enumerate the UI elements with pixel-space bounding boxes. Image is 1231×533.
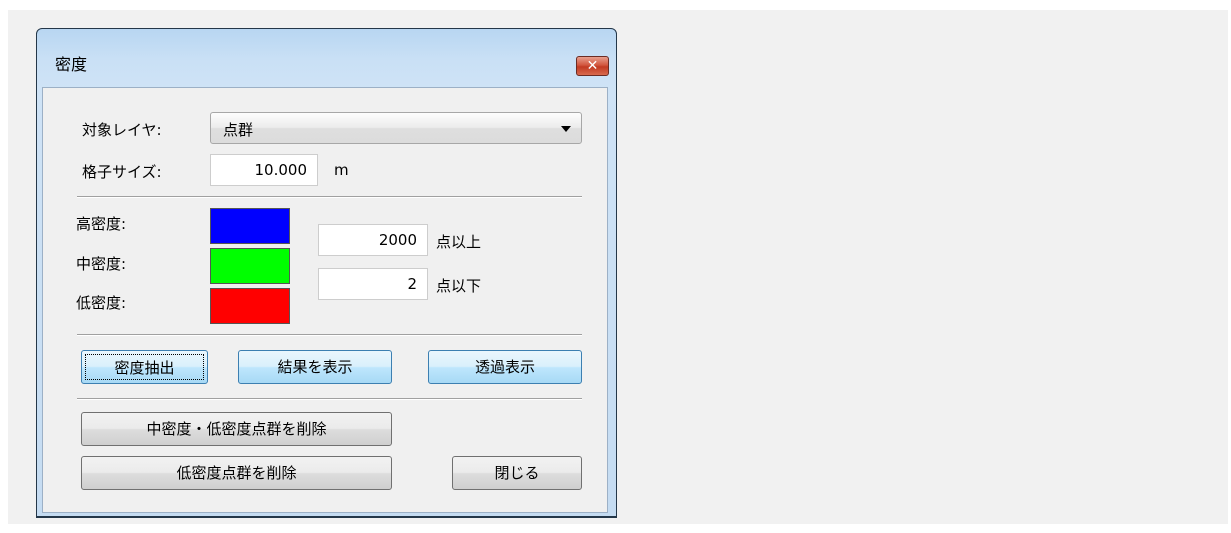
close-button[interactable]: 閉じる bbox=[452, 456, 582, 490]
lower-threshold-input[interactable]: 2 bbox=[318, 268, 428, 300]
lower-threshold-suffix: 点以下 bbox=[436, 277, 482, 295]
title-bar: 密度 ✕ bbox=[37, 29, 616, 87]
dialog-body: 対象レイヤ: 点群 格子サイズ: 10.000 m 高密度: 中密度: 低密度:… bbox=[42, 87, 608, 513]
grid-size-label: 格子サイズ: bbox=[82, 163, 162, 181]
density-dialog: 密度 ✕ 対象レイヤ: 点群 格子サイズ: 10.000 m 高密度: 中密度:… bbox=[36, 28, 617, 518]
show-result-button[interactable]: 結果を表示 bbox=[238, 350, 392, 384]
grid-size-unit: m bbox=[334, 161, 349, 179]
dialog-title: 密度 bbox=[55, 55, 88, 74]
extract-density-button-label: 密度抽出 bbox=[85, 354, 204, 380]
target-layer-select[interactable]: 点群 bbox=[210, 112, 582, 144]
low-density-label: 低密度: bbox=[76, 294, 127, 312]
upper-threshold-suffix: 点以上 bbox=[436, 233, 482, 251]
divider bbox=[77, 398, 582, 400]
upper-threshold-input[interactable]: 2000 bbox=[318, 224, 428, 256]
chevron-down-icon bbox=[561, 126, 571, 132]
transparent-display-button[interactable]: 透過表示 bbox=[428, 350, 582, 384]
grid-size-input[interactable]: 10.000 bbox=[210, 154, 318, 186]
close-icon[interactable]: ✕ bbox=[576, 56, 609, 76]
delete-low-density-button[interactable]: 低密度点群を削除 bbox=[81, 456, 392, 490]
high-density-label: 高密度: bbox=[76, 215, 127, 233]
divider bbox=[77, 196, 582, 198]
target-layer-value: 点群 bbox=[223, 121, 254, 139]
extract-density-button[interactable]: 密度抽出 bbox=[81, 350, 208, 384]
low-density-color-swatch[interactable] bbox=[210, 288, 290, 324]
target-layer-label: 対象レイヤ: bbox=[82, 121, 162, 139]
mid-density-label: 中密度: bbox=[76, 255, 127, 273]
divider bbox=[77, 334, 582, 336]
delete-mid-low-density-button[interactable]: 中密度・低密度点群を削除 bbox=[81, 412, 392, 446]
high-density-color-swatch[interactable] bbox=[210, 208, 290, 244]
mid-density-color-swatch[interactable] bbox=[210, 248, 290, 284]
